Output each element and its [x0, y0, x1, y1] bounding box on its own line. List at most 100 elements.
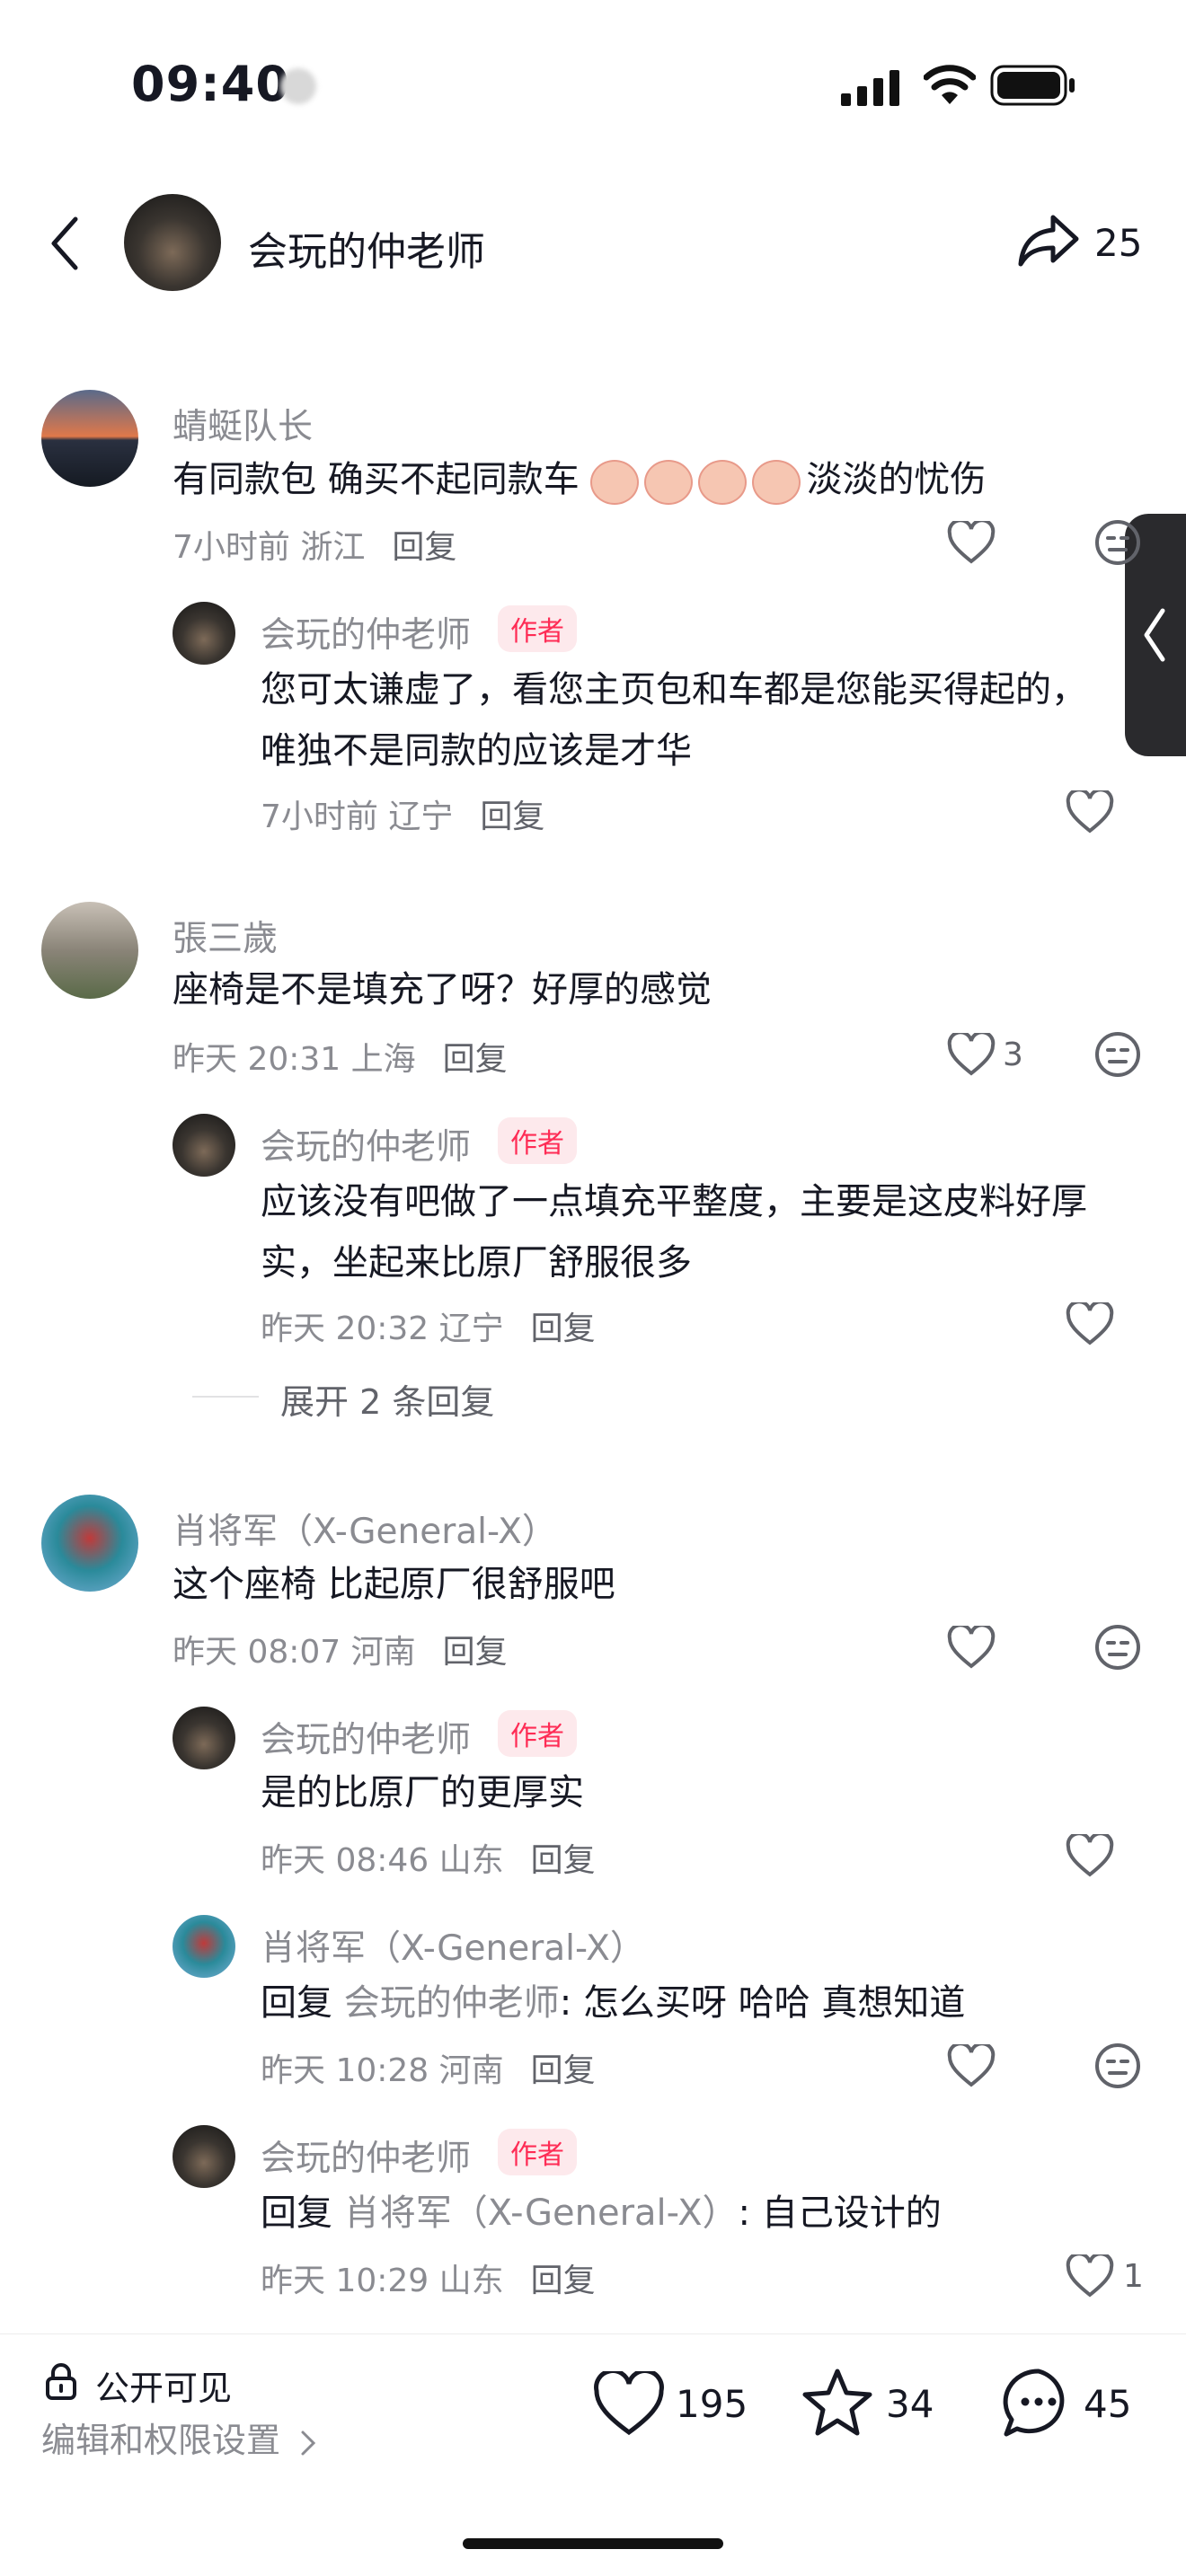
- like-icon[interactable]: [947, 1626, 996, 1669]
- like-icon[interactable]: [1066, 790, 1114, 834]
- reply-text: 回复 肖将军（X-General-X）: 自己设计的: [261, 2183, 942, 2244]
- reply-meta: 昨天 10:29 山东 回复: [261, 2254, 596, 2301]
- reply-avatar[interactable]: [173, 602, 235, 665]
- like-count: 1: [1123, 2258, 1144, 2295]
- comment-user[interactable]: 張三歲: [173, 911, 278, 961]
- wifi-icon: [924, 65, 976, 104]
- crying-emoji-icon: [752, 460, 801, 505]
- crying-emoji-icon: [698, 460, 748, 505]
- reply-user[interactable]: 会玩的仲老师: [261, 1712, 471, 1762]
- permission-settings-link[interactable]: 编辑和权限设置: [41, 2413, 316, 2462]
- reply-avatar[interactable]: [173, 1707, 235, 1769]
- reply-prefix: 回复: [261, 2192, 344, 2234]
- comment-user[interactable]: 蜻蜓队长: [173, 399, 313, 449]
- comment-text-suffix: 淡淡的忧伤: [806, 459, 987, 500]
- like-icon[interactable]: [947, 1033, 996, 1076]
- status-time: 09:40: [131, 56, 290, 112]
- reply-button[interactable]: 回复: [392, 529, 456, 566]
- reply-meta: 7小时前 辽宁 回复: [261, 790, 544, 837]
- star-icon[interactable]: [801, 2368, 873, 2438]
- reply-text-body: : 自己设计的: [738, 2192, 942, 2234]
- comment-text: 这个座椅 比起原厂很舒服吧: [173, 1564, 615, 1605]
- reply-time: 昨天 08:46 山东: [261, 1842, 504, 1879]
- reply-button[interactable]: 回复: [531, 1842, 596, 1879]
- header-title[interactable]: 会玩的仲老师: [248, 219, 485, 277]
- reply-avatar[interactable]: [173, 2125, 235, 2188]
- lock-icon: [46, 2363, 76, 2400]
- reply-user[interactable]: 肖将军（X-General-X）: [261, 1920, 645, 1971]
- battery-icon: [990, 65, 1075, 106]
- comment-time: 7小时前 浙江: [173, 529, 366, 566]
- like-icon[interactable]: [947, 2044, 996, 2087]
- reply-avatar[interactable]: [173, 1915, 235, 1978]
- comment-text-main: 有同款包 确买不起同款车: [173, 459, 580, 500]
- author-badge: 作者: [498, 1117, 577, 1164]
- comment-text: 座椅是不是填充了呀？好厚的感觉: [173, 969, 712, 1010]
- comment-count: 45: [1084, 2382, 1132, 2426]
- like-icon[interactable]: [1066, 2254, 1114, 2298]
- dislike-icon[interactable]: [1094, 1624, 1141, 1671]
- like-icon[interactable]: [1066, 1302, 1114, 1345]
- reply-user[interactable]: 会玩的仲老师: [261, 607, 471, 657]
- share-icon[interactable]: [1017, 212, 1080, 268]
- like-icon[interactable]: [593, 2371, 665, 2436]
- blurred-status-icon: [280, 68, 316, 104]
- comment-user[interactable]: 肖将军（X-General-X）: [173, 1504, 557, 1554]
- like-icon[interactable]: [947, 521, 996, 564]
- reply-to-user[interactable]: 会玩的仲老师: [344, 1982, 560, 2024]
- reply-text-body: : 怎么买呀 哈哈 真想知道: [559, 1982, 966, 2024]
- commenter-avatar[interactable]: [41, 1495, 138, 1592]
- like-icon[interactable]: [1066, 1834, 1114, 1877]
- dislike-icon[interactable]: [1094, 519, 1141, 566]
- dislike-icon[interactable]: [1094, 2042, 1141, 2089]
- reply-prefix: 回复: [261, 1982, 344, 2024]
- reply-button[interactable]: 回复: [531, 2052, 596, 2089]
- commenter-avatar[interactable]: [41, 902, 138, 999]
- author-badge: 作者: [498, 2129, 577, 2175]
- author-badge: 作者: [498, 605, 577, 652]
- reply-time: 昨天 10:28 河南: [261, 2052, 504, 2089]
- reply-meta: 昨天 08:46 山东 回复: [261, 1834, 596, 1881]
- reply-avatar[interactable]: [173, 1114, 235, 1177]
- reply-text-line: 是的比原厂的更厚实: [261, 1772, 584, 1813]
- visibility-label[interactable]: 公开可见: [95, 2360, 232, 2410]
- reply-time: 7小时前 辽宁: [261, 798, 454, 835]
- dislike-icon[interactable]: [1094, 1031, 1141, 1078]
- favorite-count: 34: [886, 2382, 934, 2426]
- reply-button[interactable]: 回复: [531, 2263, 596, 2299]
- home-indicator: [463, 2538, 723, 2549]
- chevron-right-icon: [301, 2430, 316, 2455]
- expand-replies-button[interactable]: 展开 2 条回复: [280, 1374, 494, 1424]
- reply-meta: 昨天 10:28 河南 回复: [261, 2044, 596, 2091]
- comment-meta: 昨天 08:07 河南 回复: [173, 1626, 508, 1672]
- reply-button[interactable]: 回复: [443, 1041, 508, 1078]
- comment-time: 昨天 20:31 上海: [173, 1041, 416, 1078]
- crying-emoji-group: [590, 456, 806, 507]
- comment-icon[interactable]: [1003, 2368, 1075, 2439]
- reply-button[interactable]: 回复: [443, 1634, 508, 1671]
- commenter-avatar[interactable]: [41, 390, 138, 487]
- reply-text-line: 唯独不是同款的应该是才华: [261, 730, 692, 772]
- reply-text-line: 实，坐起来比原厂舒服很多: [261, 1242, 692, 1284]
- share-count: 25: [1094, 221, 1143, 265]
- like-count: 3: [1003, 1037, 1023, 1073]
- reply-text-line: 您可太谦虚了，看您主页包和车都是您能买得起的，: [261, 669, 1087, 710]
- reply-button[interactable]: 回复: [480, 798, 544, 835]
- author-avatar[interactable]: [124, 194, 221, 291]
- back-icon[interactable]: [47, 216, 83, 271]
- reply-button[interactable]: 回复: [531, 1310, 596, 1347]
- expand-divider: [192, 1396, 259, 1398]
- reply-to-user[interactable]: 肖将军（X-General-X）: [344, 2192, 739, 2234]
- comment-text: 有同款包 确买不起同款车 淡淡的忧伤: [173, 449, 986, 510]
- reply-time: 昨天 10:29 山东: [261, 2263, 504, 2299]
- reply-time: 昨天 20:32 辽宁: [261, 1310, 504, 1347]
- comment-meta: 昨天 20:31 上海 回复: [173, 1033, 508, 1080]
- permission-settings-label: 编辑和权限设置: [41, 2421, 281, 2460]
- reply-text: 回复 会玩的仲老师: 怎么买呀 哈哈 真想知道: [261, 1972, 965, 2033]
- author-badge: 作者: [498, 1710, 577, 1757]
- reply-meta: 昨天 20:32 辽宁 回复: [261, 1302, 596, 1349]
- comment-meta: 7小时前 浙江 回复: [173, 521, 456, 568]
- crying-emoji-icon: [590, 460, 640, 505]
- reply-user[interactable]: 会玩的仲老师: [261, 2130, 471, 2181]
- reply-user[interactable]: 会玩的仲老师: [261, 1119, 471, 1169]
